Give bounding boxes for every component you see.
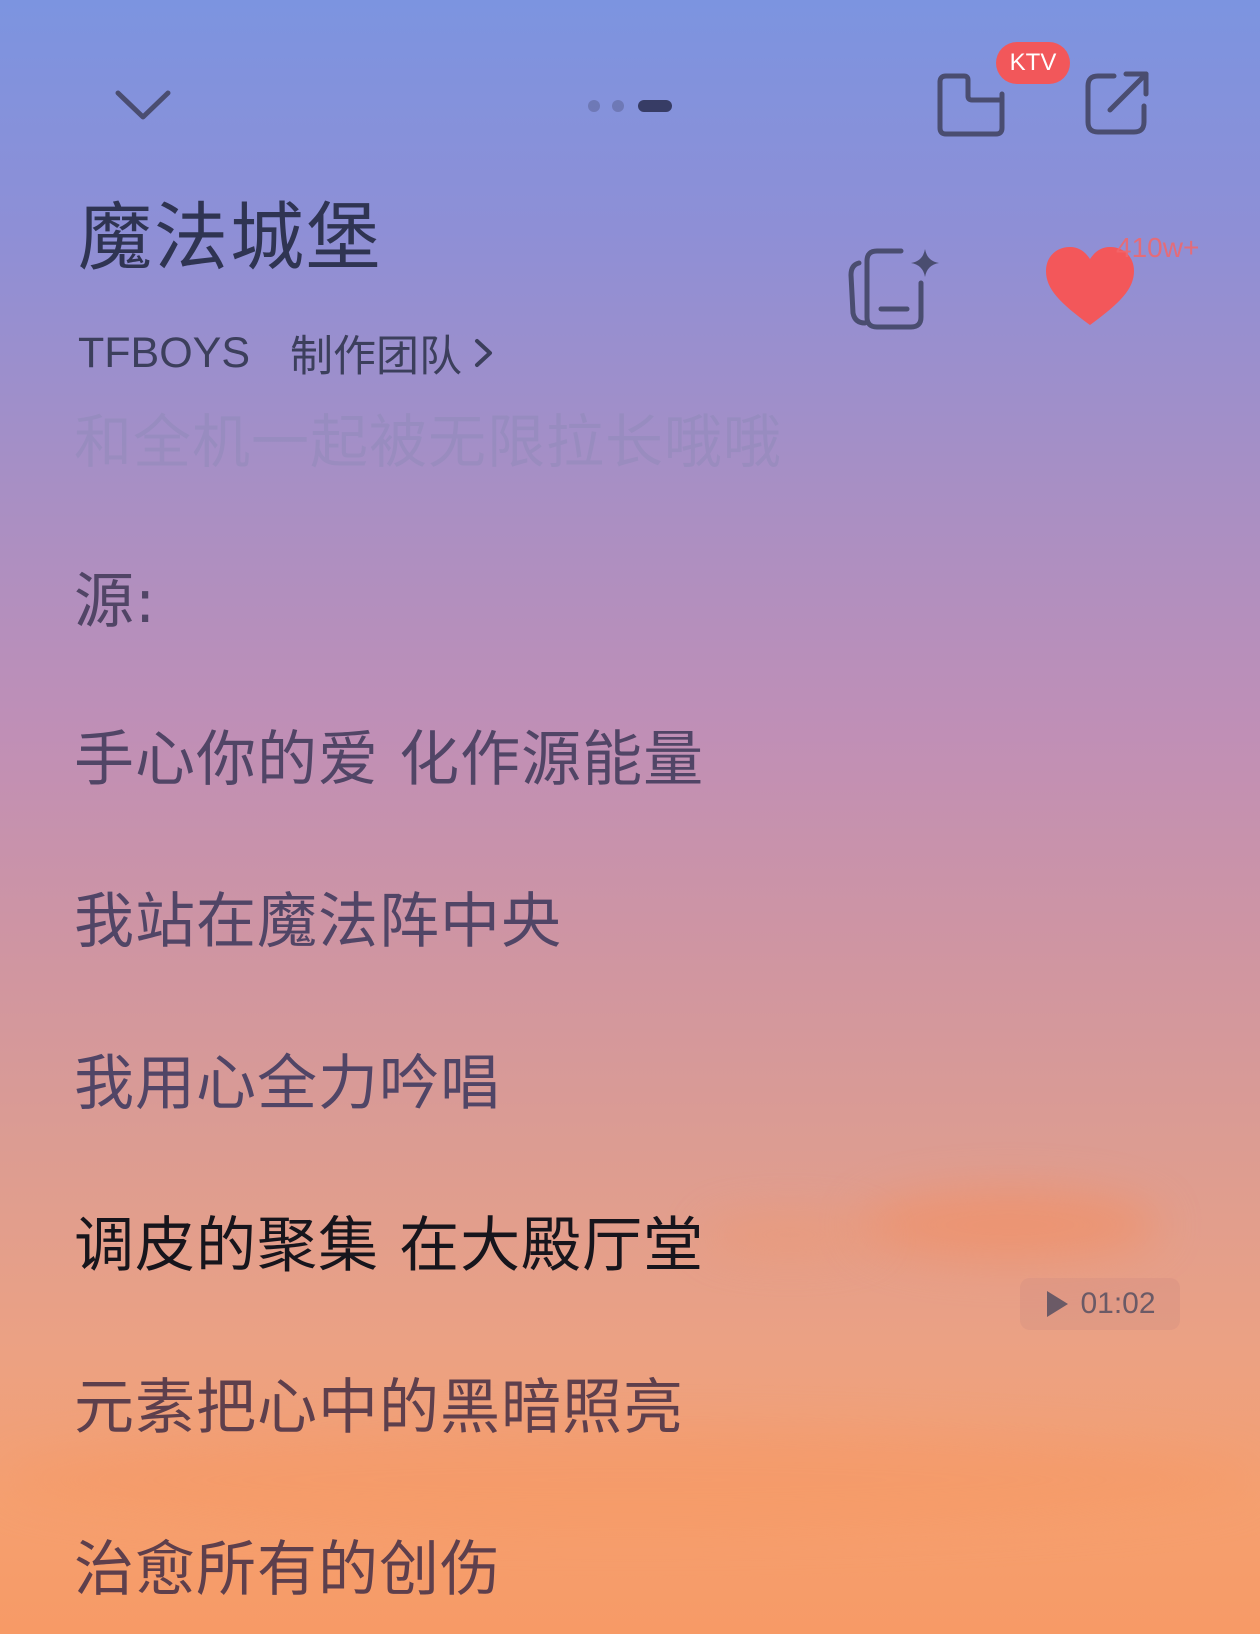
ai-lyrics-button[interactable] [838, 238, 948, 338]
page-indicator[interactable] [586, 96, 676, 114]
page-dot [588, 100, 600, 112]
credits-label: 制作团队 [290, 332, 463, 382]
share-button[interactable] [1076, 60, 1160, 144]
song-meta: TFBOYS 制作团队 [78, 322, 496, 384]
ktv-icon [937, 73, 1005, 137]
ai-card-icon [848, 248, 939, 330]
collapse-button[interactable] [100, 70, 186, 140]
ktv-badge: KTV [996, 42, 1070, 84]
chevron-right-icon [475, 339, 493, 367]
page-dot-active [638, 100, 672, 112]
lyric-line[interactable]: 我站在魔法阵中央 [74, 873, 562, 960]
seek-time: 01:02 [1080, 1287, 1156, 1320]
credits-link[interactable]: 制作团队 [290, 322, 496, 384]
share-icon [1085, 71, 1149, 135]
lyric-line[interactable]: 治愈所有的创伤 [74, 1521, 501, 1608]
page-dot [612, 100, 624, 112]
background-cloud [700, 1215, 880, 1255]
lyric-line-current[interactable]: 调皮的聚集 在大殿厅堂 [74, 1197, 704, 1284]
lyric-line[interactable]: 元素把心中的黑暗照亮 [74, 1359, 684, 1446]
play-icon [1047, 1291, 1069, 1317]
artist-link[interactable]: TFBOYS [78, 329, 250, 378]
lyric-line[interactable]: 我用心全力吟唱 [74, 1035, 501, 1122]
lyric-line[interactable]: 手心你的爱 化作源能量 [74, 711, 704, 798]
lyric-line[interactable]: 源: [74, 553, 156, 640]
like-count: 410w+ [1116, 232, 1200, 263]
lyric-line[interactable]: 和全机一起被无限拉长哦哦 [74, 395, 782, 479]
background-cloud [860, 1190, 1160, 1260]
chevron-down-icon [115, 90, 171, 120]
song-title: 魔法城堡 [78, 195, 382, 281]
seek-to-time-button[interactable]: 01:02 [1020, 1278, 1180, 1330]
top-bar: KTV [0, 0, 1260, 180]
